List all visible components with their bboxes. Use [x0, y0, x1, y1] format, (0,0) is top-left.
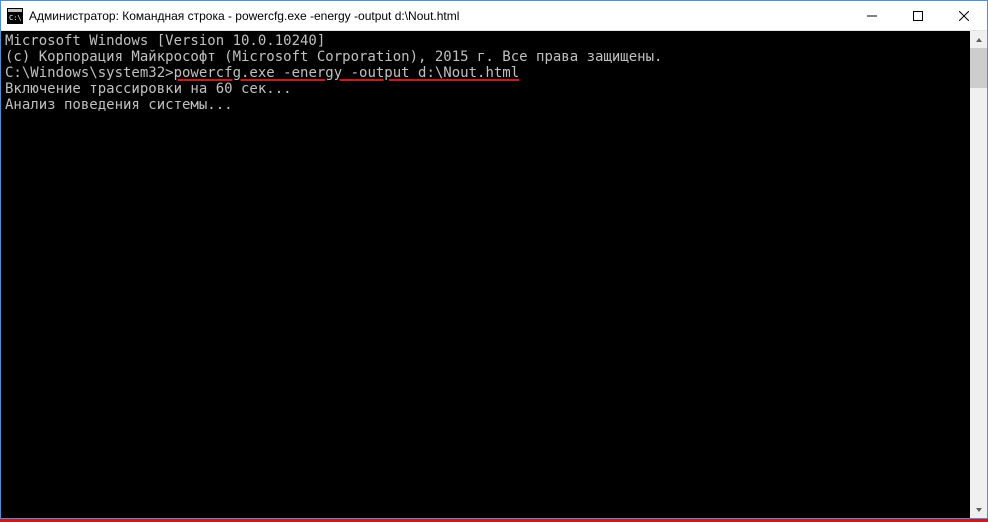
terminal-area: Microsoft Windows [Version 10.0.10240](с…: [1, 31, 987, 518]
terminal-output[interactable]: Microsoft Windows [Version 10.0.10240](с…: [1, 31, 970, 518]
command-prompt-window: C:\ Администратор: Командная строка - po…: [0, 0, 988, 519]
titlebar[interactable]: C:\ Администратор: Командная строка - po…: [1, 1, 987, 31]
command-text: powercfg.exe -energy -output d:\Nout.htm…: [174, 65, 520, 81]
output-line: Анализ поведения системы...: [5, 97, 966, 113]
scroll-down-button[interactable]: [970, 501, 987, 518]
window-title: Администратор: Командная строка - powerc…: [29, 9, 849, 23]
output-line: Microsoft Windows [Version 10.0.10240]: [5, 33, 966, 49]
scroll-track[interactable]: [970, 48, 987, 501]
maximize-button[interactable]: [895, 1, 941, 30]
window-controls: [849, 1, 987, 30]
output-line: (с) Корпорация Майкрософт (Microsoft Cor…: [5, 49, 966, 65]
vertical-scrollbar[interactable]: [970, 31, 987, 518]
cmd-icon: C:\: [7, 8, 23, 24]
close-button[interactable]: [941, 1, 987, 30]
svg-text:C:\: C:\: [9, 14, 22, 22]
scroll-up-button[interactable]: [970, 31, 987, 48]
scroll-thumb[interactable]: [970, 48, 987, 88]
prompt-text: C:\Windows\system32>: [5, 65, 174, 81]
output-line: Включение трассировки на 60 сек...: [5, 81, 966, 97]
minimize-button[interactable]: [849, 1, 895, 30]
prompt-line: C:\Windows\system32>powercfg.exe -energy…: [5, 65, 966, 81]
